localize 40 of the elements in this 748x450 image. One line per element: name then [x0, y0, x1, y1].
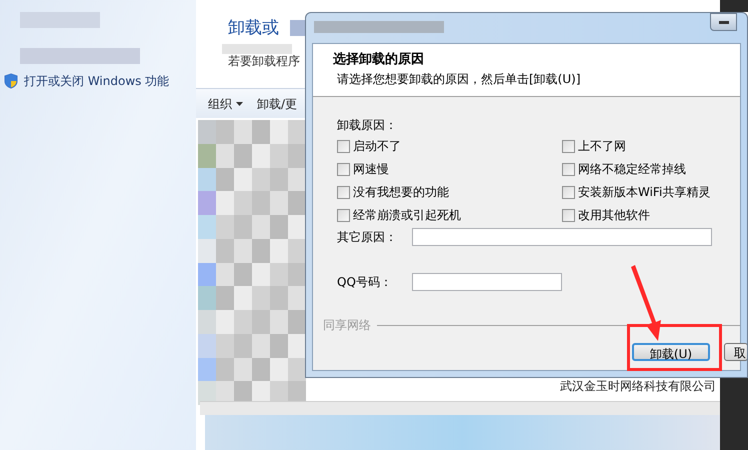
checkbox[interactable]: [337, 140, 350, 152]
dark-panel: [720, 0, 748, 12]
page-title: 卸载或: [228, 17, 279, 40]
blurred-block: [222, 44, 292, 54]
checkbox-label: 网络不稳定经常掉线: [578, 161, 686, 178]
toolbar-button[interactable]: 组织: [208, 94, 243, 112]
caret-icon: [236, 102, 243, 106]
publisher-cell-text: 武汉金玉时网络科技有限公司: [560, 378, 716, 395]
group-label: 同享网络: [323, 317, 371, 334]
checkbox-label: 网速慢: [353, 161, 389, 178]
qq-number-input[interactable]: [412, 273, 562, 291]
toolbar-button[interactable]: 卸载/更: [257, 94, 298, 112]
windows-features-link[interactable]: 打开或关闭 Windows 功能: [24, 72, 170, 90]
horizontal-scrollbar[interactable]: [200, 401, 720, 415]
dialog-button[interactable]: 取: [724, 343, 747, 361]
checkbox-label: 经常崩溃或引起死机: [353, 207, 461, 224]
checkbox[interactable]: [562, 140, 575, 152]
dialog-button[interactable]: 卸载(U): [632, 343, 710, 361]
checkbox-label: 启动不了: [353, 138, 401, 155]
page-subtitle: 若要卸载程序: [228, 53, 300, 70]
field-label: QQ号码：: [337, 274, 393, 291]
minimize-icon: [718, 20, 728, 24]
field-label: 其它原因：: [337, 229, 398, 246]
minimize-button[interactable]: [710, 13, 737, 31]
checkbox[interactable]: [562, 208, 575, 222]
reasons-label: 卸载原因：: [337, 117, 398, 134]
checkbox-label: 安装新版本WiFi共享精灵: [578, 184, 710, 201]
checkbox-label: 没有我想要的功能: [353, 184, 449, 201]
checkbox[interactable]: [337, 186, 350, 198]
checkbox[interactable]: [337, 162, 350, 176]
dark-panel: [720, 378, 748, 450]
checkbox[interactable]: [337, 208, 350, 222]
other-reason-input[interactable]: [412, 228, 712, 246]
dialog-heading: 选择卸载的原因: [333, 51, 425, 69]
checkbox-label: 上不了网: [578, 138, 626, 155]
dialog-instruction: 请选择您想要卸载的原因，然后单击[卸载(U)]: [336, 70, 582, 88]
shield-icon: [4, 73, 18, 89]
checkbox-label: 改用其他软件: [578, 207, 650, 224]
checkbox[interactable]: [562, 162, 575, 176]
checkbox[interactable]: [562, 186, 575, 198]
